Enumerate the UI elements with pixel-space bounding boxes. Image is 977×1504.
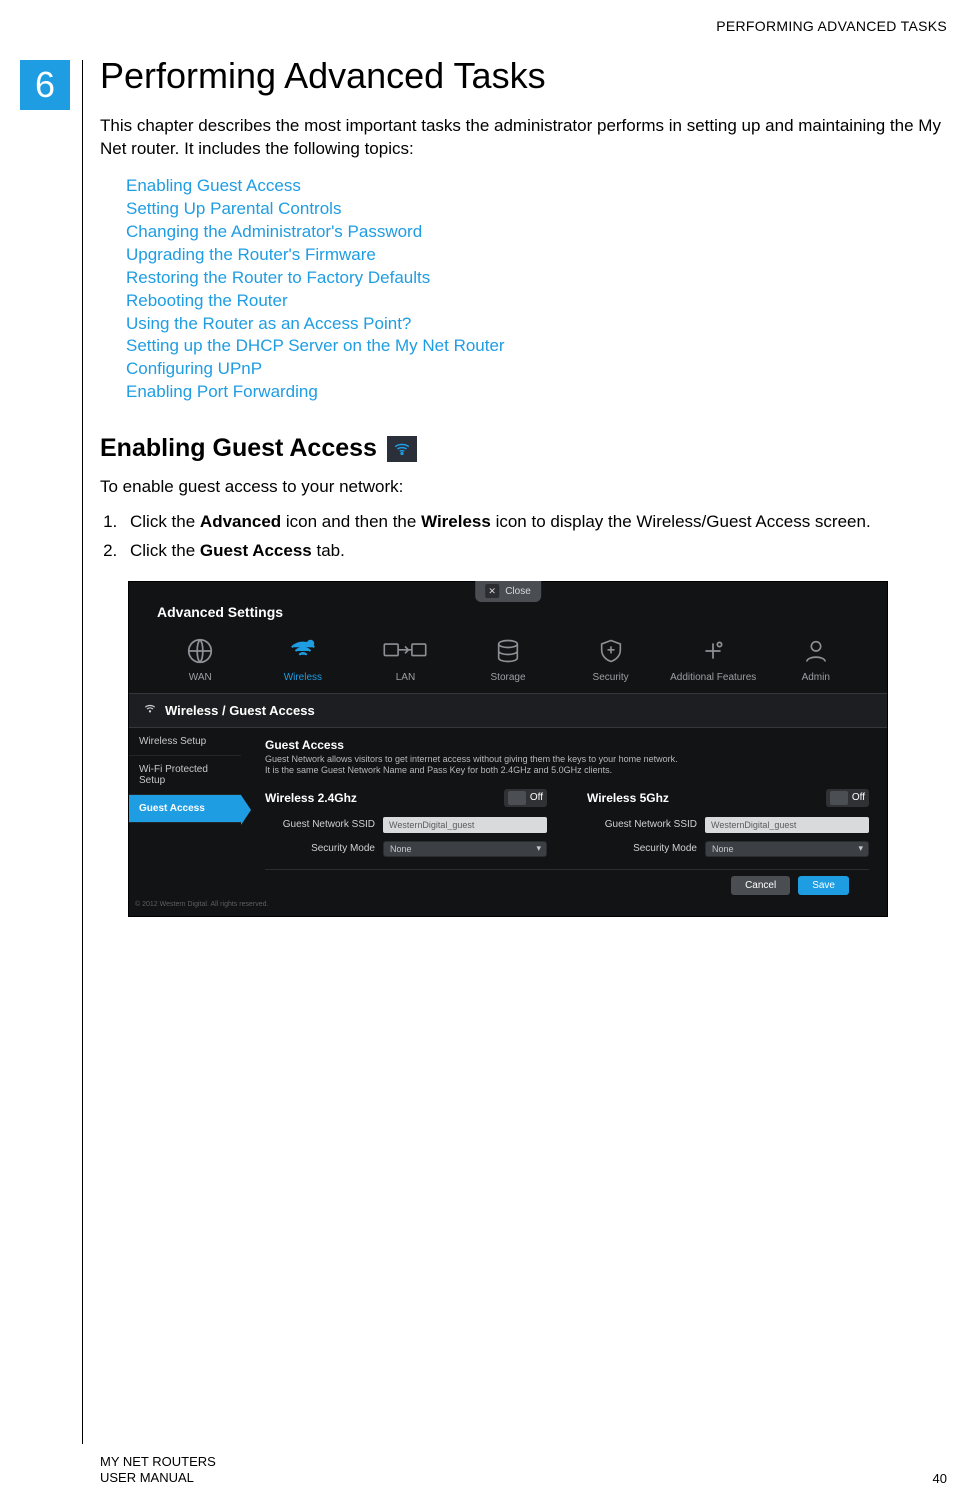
toc-link[interactable]: Configuring UPnP [126,358,947,381]
router-ui-screenshot: ✕ Close Advanced Settings WAN [128,581,888,917]
toc-link[interactable]: Setting up the DHCP Server on the My Net… [126,335,947,358]
nav-label: LAN [354,672,457,683]
toc-link[interactable]: Enabling Port Forwarding [126,381,947,404]
chapter-intro: This chapter describes the most importan… [100,115,947,161]
column-24ghz: Wireless 2.4Ghz Off Guest Network SSID S… [265,789,547,865]
close-tab[interactable]: ✕ Close [475,581,541,602]
toggle-24ghz[interactable]: Off [504,789,547,807]
chapter-toc: Enabling Guest Access Setting Up Parenta… [126,175,947,404]
nav-admin[interactable]: Admin [764,634,867,683]
chapter-number-badge: 6 [20,60,70,110]
form-description: Guest Network allows visitors to get int… [265,754,869,777]
breadcrumb: Wireless / Guest Access [129,693,887,728]
toc-link[interactable]: Rebooting the Router [126,290,947,313]
cancel-button[interactable]: Cancel [731,876,790,895]
nav-security[interactable]: Security [559,634,662,683]
nav-storage[interactable]: Storage [457,634,560,683]
breadcrumb-text: Wireless / Guest Access [165,703,315,718]
side-tabs: Wireless Setup Wi-Fi Protected Setup Gue… [129,728,241,899]
save-button[interactable]: Save [798,876,849,895]
side-tab-guest-access[interactable]: Guest Access [129,795,241,823]
footer-page-number: 40 [933,1471,947,1486]
vertical-rule [82,60,83,1444]
nav-wan[interactable]: WAN [149,634,252,683]
side-tab-wps[interactable]: Wi-Fi Protected Setup [129,756,241,795]
ssid-input-5ghz[interactable] [705,817,869,833]
col-head-label: Wireless 5Ghz [587,791,669,805]
nav-label: Storage [457,672,560,683]
panel-copyright: © 2012 Western Digital. All rights reser… [129,899,887,908]
security-mode-label: Security Mode [587,843,697,854]
ssid-label: Guest Network SSID [265,819,375,830]
wifi-icon [387,436,417,462]
security-mode-select-24ghz[interactable]: None [383,841,547,857]
toc-link[interactable]: Restoring the Router to Factory Defaults [126,267,947,290]
security-mode-label: Security Mode [265,843,375,854]
globe-icon [149,634,252,668]
plus-icon [662,634,765,668]
nav-label: Additional Features [662,672,765,683]
side-tab-wireless-setup[interactable]: Wireless Setup [129,728,241,756]
close-label: Close [505,586,531,597]
nav-wireless[interactable]: Wireless [252,634,355,683]
nav-label: Security [559,672,662,683]
shield-icon [559,634,662,668]
section-title: Enabling Guest Access [100,434,377,463]
toc-link[interactable]: Upgrading the Router's Firmware [126,244,947,267]
toc-link[interactable]: Changing the Administrator's Password [126,221,947,244]
nav-label: Admin [764,672,867,683]
col-head-label: Wireless 2.4Ghz [265,791,357,805]
person-icon [764,634,867,668]
footer-doc-title: MY NET ROUTERS USER MANUAL [100,1454,216,1487]
toc-link[interactable]: Setting Up Parental Controls [126,198,947,221]
nav-label: WAN [149,672,252,683]
nav-label: Wireless [252,672,355,683]
instruction-step: Click the Guest Access tab. [122,540,947,563]
security-mode-select-5ghz[interactable]: None [705,841,869,857]
instruction-list: Click the Advanced icon and then the Wir… [100,511,947,563]
column-5ghz: Wireless 5Ghz Off Guest Network SSID Sec… [587,789,869,865]
instruction-step: Click the Advanced icon and then the Wir… [122,511,947,534]
ssid-input-24ghz[interactable] [383,817,547,833]
nav-lan[interactable]: LAN [354,634,457,683]
nav-additional[interactable]: Additional Features [662,634,765,683]
form-title: Guest Access [265,738,869,752]
toggle-5ghz[interactable]: Off [826,789,869,807]
section-lead: To enable guest access to your network: [100,477,947,497]
wifi-gear-icon [252,634,355,668]
toc-link[interactable]: Enabling Guest Access [126,175,947,198]
ssid-label: Guest Network SSID [587,819,697,830]
close-icon[interactable]: ✕ [485,584,499,598]
running-header: PERFORMING ADVANCED TASKS [716,18,947,34]
chapter-title: Performing Advanced Tasks [100,55,947,97]
storage-icon [457,634,560,668]
wifi-small-icon [143,702,157,719]
lan-icon [354,634,457,668]
nav-row: WAN Wireless LAN [129,634,887,693]
toc-link[interactable]: Using the Router as an Access Point? [126,313,947,336]
